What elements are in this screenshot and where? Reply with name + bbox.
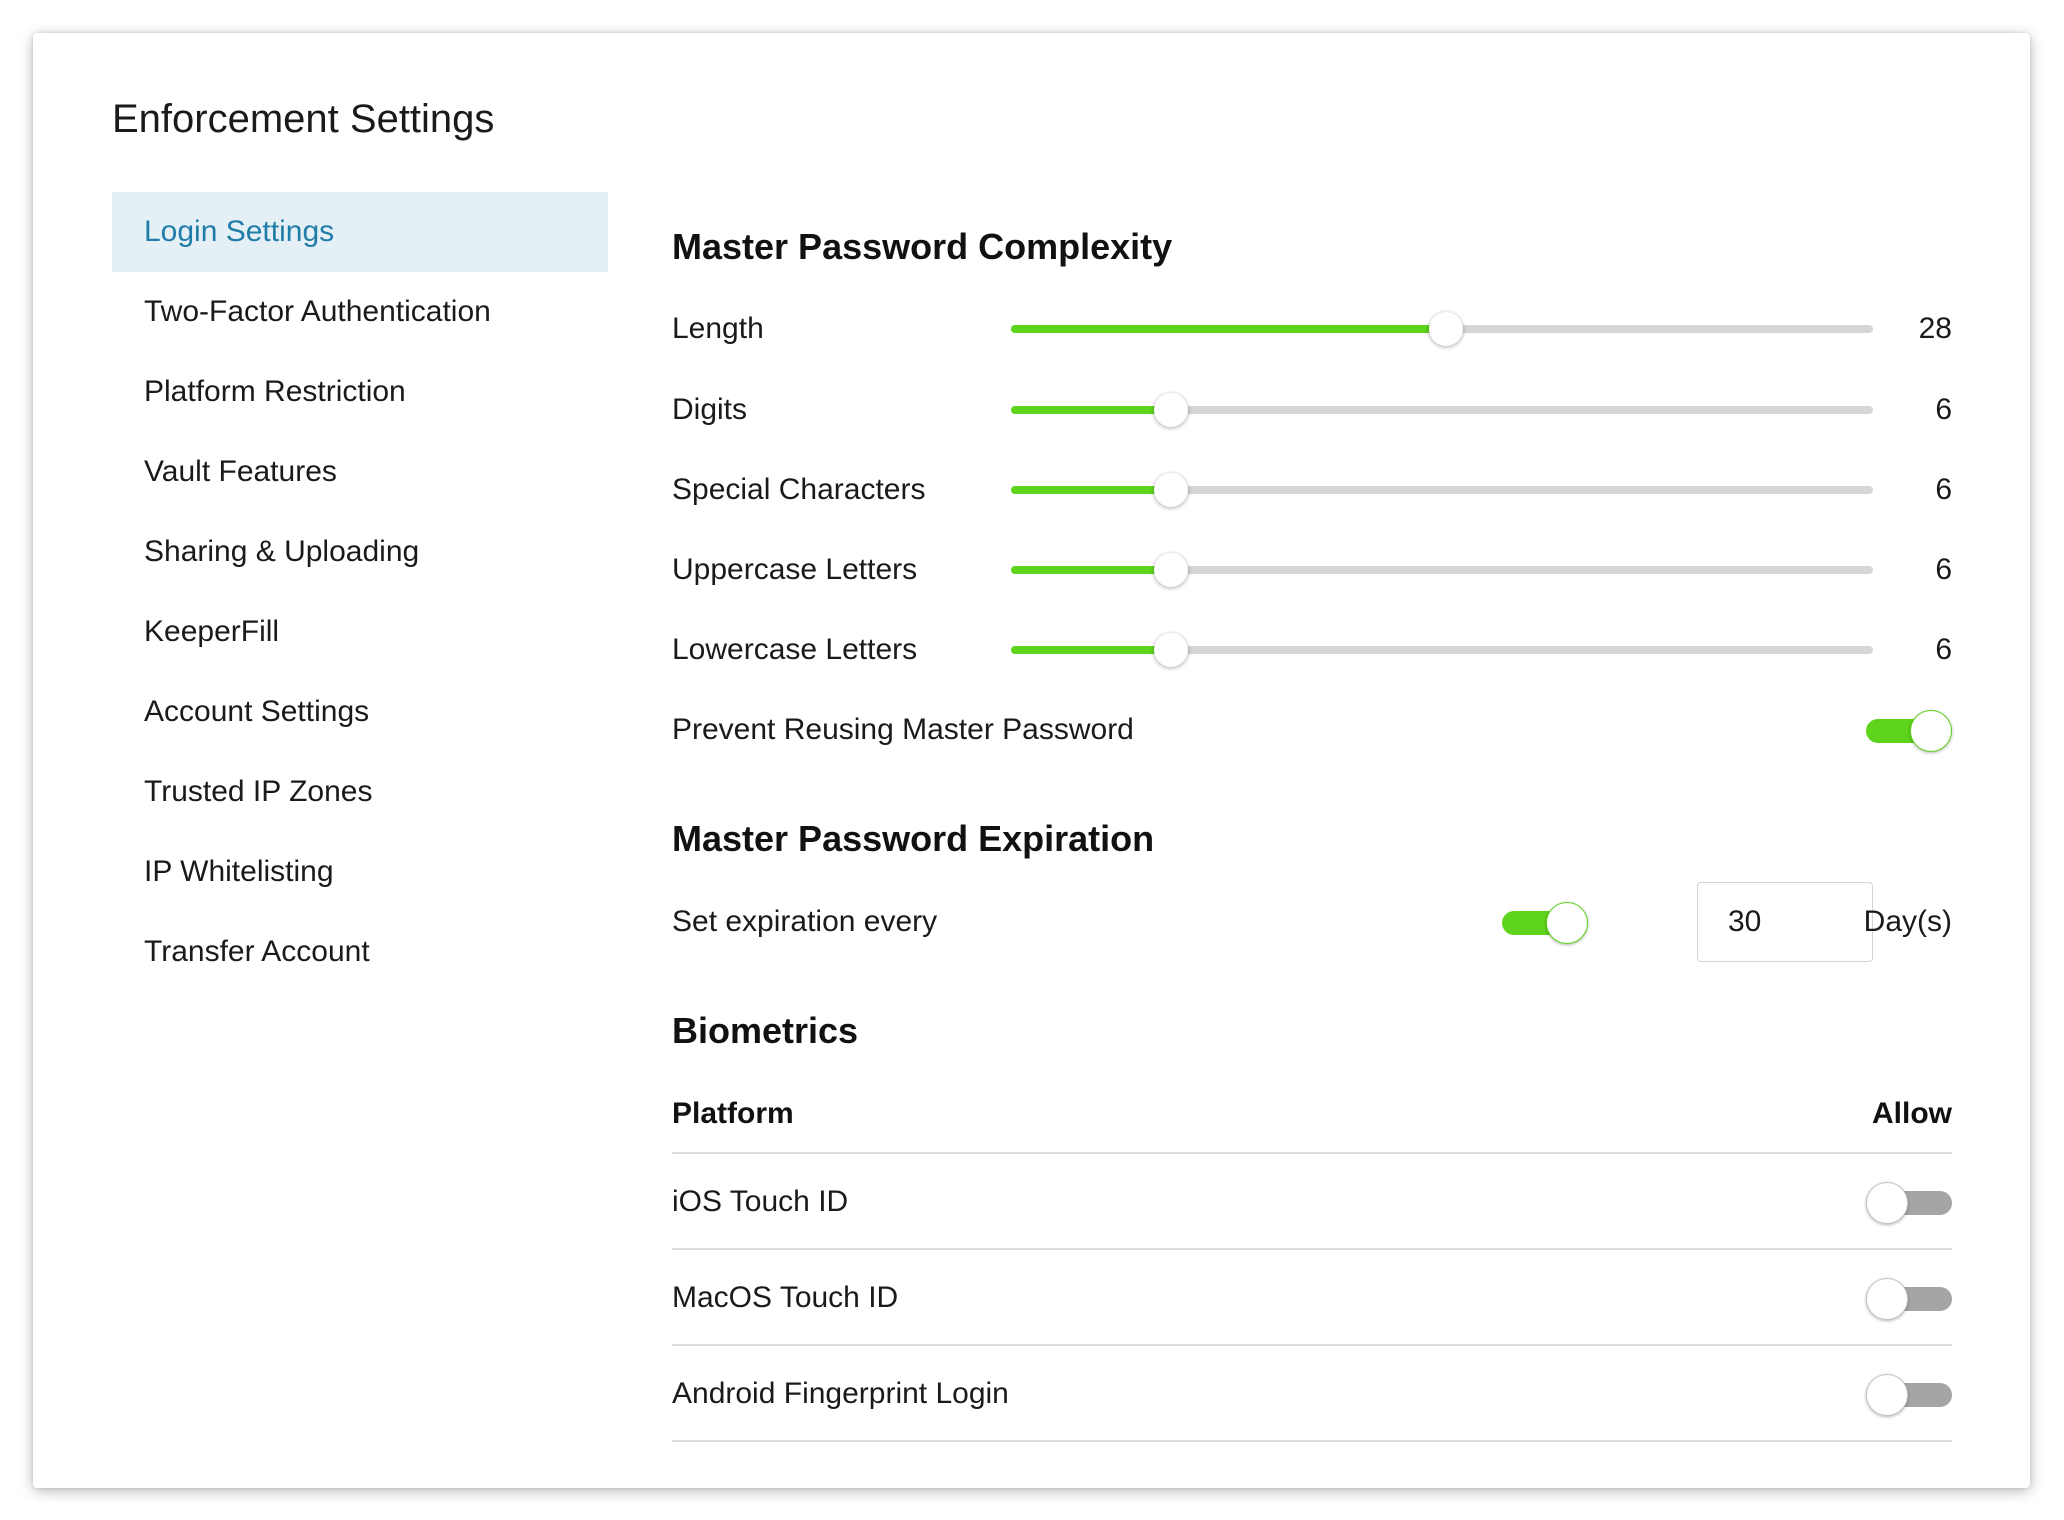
slider-thumb[interactable] [1154,633,1189,667]
ios-touch-id-toggle[interactable] [1866,1182,1952,1224]
sidebar-item-trusted-ip-zones[interactable]: Trusted IP Zones [112,752,608,832]
toggle-knob [1866,1374,1908,1416]
digits-label: Digits [672,393,748,426]
lowercase-letters-value: 6 [1935,633,1952,666]
length-slider[interactable] [1011,312,1873,346]
uppercase-letters-slider[interactable] [1011,553,1873,587]
platform-column-header: Platform [672,1097,794,1130]
sidebar-item-platform-restriction[interactable]: Platform Restriction [112,352,608,432]
expiration-unit-label: Day(s) [1863,905,1952,938]
slider-thumb[interactable] [1154,473,1189,507]
divider [672,1152,1952,1154]
toggle-knob [1910,710,1952,752]
slider-thumb[interactable] [1429,312,1464,346]
length-value: 28 [1918,312,1952,345]
settings-window: Enforcement Settings Login Settings Two-… [33,33,2030,1488]
expiration-toggle[interactable] [1502,902,1588,944]
toggle-knob [1866,1278,1908,1320]
macos-touch-id-label: MacOS Touch ID [672,1281,899,1314]
lowercase-letters-slider[interactable] [1011,633,1873,667]
special-characters-label: Special Characters [672,473,926,506]
length-label: Length [672,312,764,345]
slider-fill [1011,406,1172,414]
complexity-section-title: Master Password Complexity [672,226,1173,267]
special-characters-slider[interactable] [1011,473,1873,507]
sidebar-nav: Login Settings Two-Factor Authentication… [112,192,608,992]
sidebar-item-ip-whitelisting[interactable]: IP Whitelisting [112,832,608,912]
uppercase-letters-value: 6 [1935,553,1952,586]
android-fingerprint-login-toggle[interactable] [1866,1374,1952,1416]
sidebar-item-login-settings[interactable]: Login Settings [112,192,608,272]
android-fingerprint-login-label: Android Fingerprint Login [672,1377,1009,1410]
biometrics-section-title: Biometrics [672,1010,859,1051]
divider [672,1440,1952,1442]
sidebar-item-transfer-account[interactable]: Transfer Account [112,912,608,992]
toggle-knob [1546,902,1588,944]
divider [672,1248,1952,1250]
slider-thumb[interactable] [1154,553,1189,587]
lowercase-letters-label: Lowercase Letters [672,633,918,666]
sidebar-item-two-factor-authentication[interactable]: Two-Factor Authentication [112,272,608,352]
prevent-reuse-toggle[interactable] [1866,710,1952,752]
sidebar-item-account-settings[interactable]: Account Settings [112,672,608,752]
digits-value: 6 [1935,393,1952,426]
uppercase-letters-label: Uppercase Letters [672,553,918,586]
digits-slider[interactable] [1011,393,1873,427]
slider-fill [1011,325,1447,333]
sidebar-item-keeperfill[interactable]: KeeperFill [112,592,608,672]
slider-fill [1011,646,1172,654]
expiration-days-input[interactable] [1697,882,1873,962]
divider [672,1344,1952,1346]
ios-touch-id-label: iOS Touch ID [672,1185,849,1218]
slider-thumb[interactable] [1154,393,1189,427]
sidebar-item-sharing-uploading[interactable]: Sharing & Uploading [112,512,608,592]
macos-touch-id-toggle[interactable] [1866,1278,1952,1320]
expiration-section-title: Master Password Expiration [672,818,1155,859]
slider-fill [1011,486,1172,494]
page-title: Enforcement Settings [112,97,495,141]
slider-fill [1011,566,1172,574]
expiration-label: Set expiration every [672,905,938,938]
sidebar-item-vault-features[interactable]: Vault Features [112,432,608,512]
allow-column-header: Allow [1872,1097,1952,1130]
prevent-reuse-label: Prevent Reusing Master Password [672,713,1134,746]
toggle-knob [1866,1182,1908,1224]
special-characters-value: 6 [1935,473,1952,506]
